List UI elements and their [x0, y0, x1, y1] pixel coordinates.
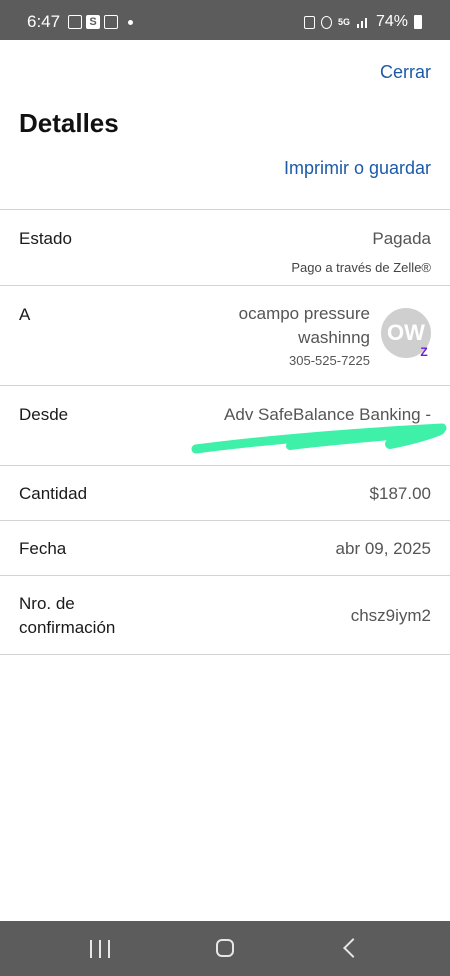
back-icon[interactable] — [343, 938, 363, 958]
battery-percent: 74% — [375, 13, 408, 30]
recipient-label: A — [19, 305, 31, 324]
notification-icons: S — [68, 15, 133, 29]
recipient-name: ocampo pressure washinng — [238, 304, 370, 347]
more-notifications-icon — [128, 19, 133, 25]
detail-row-cantidad: Cantidad $187.00 — [0, 465, 450, 520]
detail-row-estado: Estado Pagada Pago a través de Zelle® — [0, 209, 450, 285]
status-time: 6:47 — [27, 12, 61, 31]
recipient-phone: 305-525-7225 — [289, 353, 370, 368]
print-or-save-button[interactable]: Imprimir o guardar — [284, 158, 431, 179]
cantidad-value: $187.00 — [369, 484, 431, 503]
confirmacion-value: chsz9iym2 — [350, 606, 431, 625]
battery-icon — [414, 15, 422, 29]
confirmacion-label: Nro. de confirmación — [19, 594, 116, 637]
gallery-notification-icon — [68, 15, 82, 29]
desde-label: Desde — [19, 405, 69, 424]
redaction-scribble — [191, 423, 447, 454]
estado-label: Estado — [19, 229, 72, 248]
mute-icon — [320, 15, 332, 29]
detail-row-confirmacion: Nro. de confirmación chsz9iym2 — [0, 575, 450, 655]
detail-row-desde: Desde Adv SafeBalance Banking - — [0, 385, 450, 465]
estado-value: Pagada — [372, 229, 431, 248]
status-bar: 6:47 S 5G 74% — [0, 0, 450, 40]
home-icon[interactable] — [216, 939, 234, 957]
detail-row-recipient: A ocampo pressure washinng 305-525-7225 … — [0, 285, 450, 385]
details-list: Estado Pagada Pago a través de Zelle® A … — [0, 209, 450, 655]
system-navigation-bar — [0, 921, 450, 976]
network-type: 5G — [337, 17, 350, 27]
alarm-icon — [303, 15, 315, 29]
zelle-payment-note: Pago a través de Zelle® — [291, 260, 431, 275]
cantidad-label: Cantidad — [19, 484, 88, 503]
detail-row-fecha: Fecha abr 09, 2025 — [0, 520, 450, 575]
close-button[interactable]: Cerrar — [380, 62, 431, 83]
status-right: 5G 74% — [303, 12, 422, 32]
message-notification-icon — [104, 15, 118, 29]
zelle-icon: Z — [420, 345, 428, 359]
fecha-label: Fecha — [19, 539, 67, 558]
s-app-notification-icon: S — [86, 15, 100, 29]
recent-apps-icon[interactable] — [90, 940, 110, 958]
fecha-value: abr 09, 2025 — [335, 539, 431, 558]
page-title: Detalles — [19, 108, 119, 138]
signal-icon — [356, 18, 367, 28]
